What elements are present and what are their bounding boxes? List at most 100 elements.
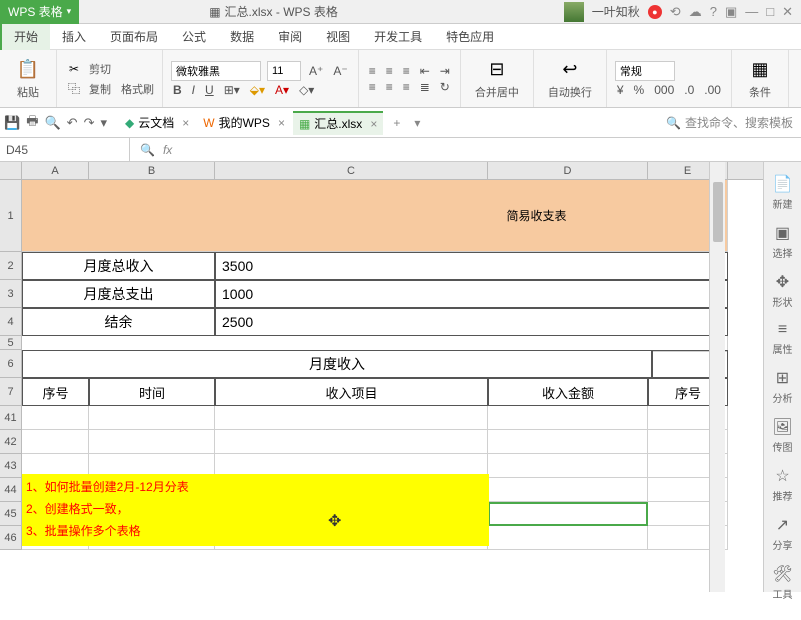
- formula-bar[interactable]: [182, 138, 801, 161]
- balance-label[interactable]: 结余: [22, 308, 215, 336]
- cell[interactable]: [488, 526, 648, 550]
- clear-format-button[interactable]: ◇▾: [297, 83, 316, 97]
- underline-button[interactable]: U: [203, 83, 216, 97]
- cell[interactable]: [22, 406, 89, 430]
- inc-dec-icon[interactable]: .0: [682, 83, 696, 97]
- qat-preview-icon[interactable]: 🔍: [44, 115, 60, 131]
- col-header[interactable]: A: [22, 162, 89, 179]
- income-label[interactable]: 月度总收入: [22, 252, 215, 280]
- section-header[interactable]: 月度收入: [22, 350, 652, 378]
- menu-review[interactable]: 审阅: [266, 24, 314, 50]
- fx-icon[interactable]: fx: [163, 143, 172, 157]
- currency-icon[interactable]: ¥: [615, 83, 626, 97]
- col-time[interactable]: 时间: [89, 378, 215, 406]
- row-header[interactable]: 46: [0, 526, 22, 550]
- close-tab-icon[interactable]: ×: [278, 116, 285, 130]
- username[interactable]: 一叶知秋: [592, 3, 640, 20]
- income-value[interactable]: 3500: [215, 252, 728, 280]
- menu-special[interactable]: 特色应用: [434, 24, 506, 50]
- row-header[interactable]: 2: [0, 252, 22, 280]
- justify-icon[interactable]: ≣: [418, 80, 432, 94]
- qat-save-icon[interactable]: 💾: [4, 115, 20, 131]
- collapse-icon[interactable]: ▣: [725, 4, 737, 20]
- align-top-icon[interactable]: ≡: [367, 64, 378, 78]
- size-select[interactable]: 11: [267, 61, 301, 81]
- fill-color-button[interactable]: ⬙▾: [248, 83, 267, 97]
- expense-value[interactable]: 1000: [215, 280, 728, 308]
- rpane-share[interactable]: ↗分享: [773, 515, 793, 552]
- rpane-tools[interactable]: 🛠工具: [772, 564, 792, 601]
- col-header[interactable]: D: [488, 162, 648, 179]
- font-color-button[interactable]: A▾: [273, 83, 291, 97]
- cell[interactable]: [488, 454, 648, 478]
- number-format-select[interactable]: 常规: [615, 61, 675, 81]
- new-tab-icon[interactable]: +: [385, 116, 408, 130]
- row-header[interactable]: 41: [0, 406, 22, 430]
- menu-insert[interactable]: 插入: [50, 24, 98, 50]
- cell[interactable]: [488, 430, 648, 454]
- cloud-icon[interactable]: ☁: [689, 4, 702, 20]
- name-box[interactable]: D45: [0, 138, 130, 162]
- rpane-new[interactable]: 📄新建: [773, 174, 793, 211]
- wrap-button[interactable]: ↩自动换行: [542, 56, 598, 102]
- grow-font-icon[interactable]: A⁺: [307, 64, 325, 78]
- notification-badge[interactable]: ●: [648, 5, 662, 19]
- select-all-corner[interactable]: [0, 162, 22, 179]
- selected-cell[interactable]: [488, 502, 648, 526]
- row-header[interactable]: 45: [0, 502, 22, 526]
- sheet-title[interactable]: 简易收支表: [22, 180, 728, 252]
- merge-button[interactable]: ⊟合并居中: [469, 56, 525, 102]
- qat-print-icon[interactable]: 🖶: [26, 112, 38, 134]
- scrollbar-thumb[interactable]: [713, 182, 723, 242]
- row-header[interactable]: 44: [0, 478, 22, 502]
- cell[interactable]: [215, 406, 488, 430]
- menu-data[interactable]: 数据: [218, 24, 266, 50]
- font-select[interactable]: 微软雅黑: [171, 61, 261, 81]
- tab-cloud[interactable]: ◆云文档×: [119, 111, 195, 135]
- align-right-icon[interactable]: ≡: [401, 80, 412, 94]
- cell[interactable]: [89, 430, 215, 454]
- col-seq[interactable]: 序号: [22, 378, 89, 406]
- col-item[interactable]: 收入项目: [215, 378, 488, 406]
- dec-dec-icon[interactable]: .00: [702, 83, 723, 97]
- rpane-pic[interactable]: 🖼传图: [772, 417, 792, 454]
- indent-dec-icon[interactable]: ⇤: [418, 64, 432, 78]
- rpane-shape[interactable]: ✥形状: [773, 272, 793, 309]
- border-button[interactable]: ⊞▾: [222, 83, 242, 97]
- rpane-rec[interactable]: ☆推荐: [773, 466, 793, 503]
- cell[interactable]: [215, 430, 488, 454]
- expense-label[interactable]: 月度总支出: [22, 280, 215, 308]
- row-header[interactable]: 4: [0, 308, 22, 336]
- menu-dev[interactable]: 开发工具: [362, 24, 434, 50]
- close-tab-icon[interactable]: ×: [182, 116, 189, 130]
- fx-cancel-icon[interactable]: 🔍: [140, 143, 155, 157]
- menu-formula[interactable]: 公式: [170, 24, 218, 50]
- bold-button[interactable]: B: [171, 83, 184, 97]
- col-header[interactable]: C: [215, 162, 488, 179]
- painter-label[interactable]: 格式刷: [121, 81, 154, 97]
- rpane-select[interactable]: ▣选择: [773, 223, 793, 260]
- menu-view[interactable]: 视图: [314, 24, 362, 50]
- close-icon[interactable]: ✕: [782, 4, 793, 20]
- row-header[interactable]: 3: [0, 280, 22, 308]
- copy-icon[interactable]: ⿻: [65, 80, 83, 98]
- tab-file[interactable]: ▦汇总.xlsx×: [293, 111, 383, 135]
- sync-icon[interactable]: ⟲: [670, 4, 681, 20]
- minimize-icon[interactable]: —: [745, 4, 758, 19]
- row-header[interactable]: 5: [0, 336, 22, 350]
- align-bot-icon[interactable]: ≡: [401, 64, 412, 78]
- vertical-scrollbar[interactable]: [709, 162, 725, 592]
- row-header[interactable]: 6: [0, 350, 22, 378]
- row-header[interactable]: 7: [0, 378, 22, 406]
- indent-inc-icon[interactable]: ⇥: [438, 64, 452, 78]
- col-header[interactable]: B: [89, 162, 215, 179]
- command-search[interactable]: 🔍查找命令、搜索模板: [666, 114, 801, 131]
- cell[interactable]: [22, 430, 89, 454]
- row-header[interactable]: 42: [0, 430, 22, 454]
- menu-layout[interactable]: 页面布局: [98, 24, 170, 50]
- rpane-prop[interactable]: ≡属性: [773, 321, 793, 356]
- align-mid-icon[interactable]: ≡: [384, 64, 395, 78]
- app-logo[interactable]: WPS 表格▾: [0, 0, 79, 24]
- balance-value[interactable]: 2500: [215, 308, 728, 336]
- qat-undo-icon[interactable]: ↶: [67, 115, 78, 131]
